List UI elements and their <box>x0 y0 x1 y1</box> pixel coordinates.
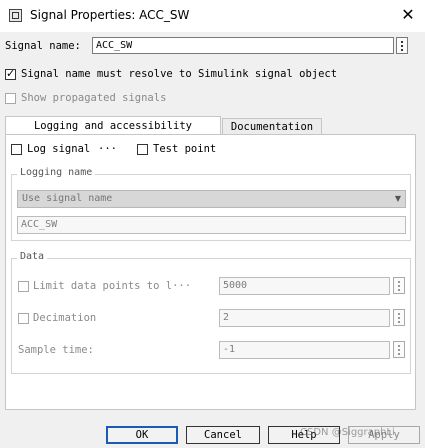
logging-name-input[interactable]: ACC_SW <box>17 216 406 234</box>
logging-name-group-title: Logging name <box>17 167 96 178</box>
decimation-checkbox[interactable] <box>18 313 29 324</box>
signal-name-more-button[interactable] <box>396 37 408 54</box>
log-signal-checkbox[interactable] <box>11 144 22 155</box>
sample-time-input[interactable]: -1 <box>219 341 390 359</box>
sample-time-more-button[interactable] <box>393 341 405 358</box>
sample-time-label: Sample time: <box>18 344 94 356</box>
test-point-label: Test point <box>153 143 217 155</box>
watermark-text: CSDN @SiggraphLi <box>300 427 395 438</box>
signal-properties-icon <box>9 9 22 22</box>
limit-data-points-label: Limit data points to l··· <box>33 280 192 292</box>
tab-logging-and-accessibility[interactable]: Logging and accessibility <box>5 116 221 135</box>
log-signal-more[interactable]: ··· <box>98 143 117 155</box>
chevron-down-icon: ▼ <box>394 194 401 203</box>
signal-name-input[interactable]: ACC_SW <box>92 37 394 54</box>
limit-data-points-input[interactable]: 5000 <box>219 277 390 295</box>
title-bar: Signal Properties: ACC_SW ✕ <box>0 0 425 32</box>
limit-data-points-checkbox[interactable] <box>18 281 29 292</box>
decimation-label: Decimation <box>33 312 97 324</box>
resolve-checkbox[interactable] <box>5 67 16 80</box>
logging-name-mode: Use signal name <box>22 193 113 204</box>
window-title: Signal Properties: ACC_SW <box>30 8 190 22</box>
limit-data-points-more-button[interactable] <box>393 277 405 294</box>
ok-button[interactable]: OK <box>106 426 178 444</box>
cancel-button[interactable]: Cancel <box>186 426 260 444</box>
test-point-checkbox[interactable] <box>137 144 148 155</box>
propagated-checkbox[interactable] <box>5 93 16 104</box>
decimation-more-button[interactable] <box>393 309 405 326</box>
resolve-label: Signal name must resolve to Simulink sig… <box>21 68 338 80</box>
propagated-label: Show propagated signals <box>21 92 167 104</box>
tab-documentation[interactable]: Documentation <box>222 118 322 135</box>
log-signal-label: Log signal <box>27 143 91 155</box>
logging-name-dropdown[interactable]: Use signal name ▼ <box>17 190 406 208</box>
signal-name-label: Signal name: <box>5 40 81 52</box>
data-group-title: Data <box>17 251 48 262</box>
close-button[interactable]: ✕ <box>396 4 420 26</box>
decimation-input[interactable]: 2 <box>219 309 390 327</box>
